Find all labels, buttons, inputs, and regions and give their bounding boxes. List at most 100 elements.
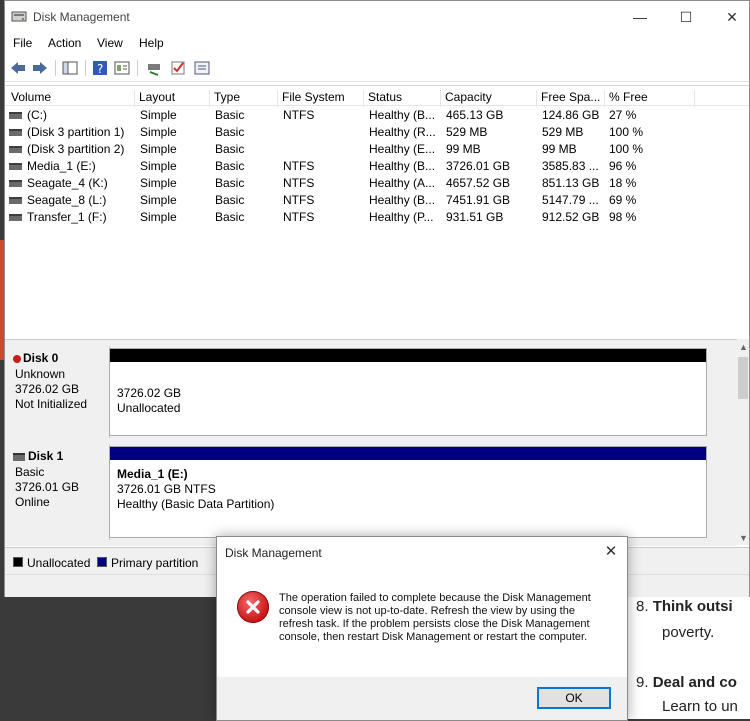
volume-percent-free: 98 % [609, 210, 637, 224]
menu-file[interactable]: File [13, 36, 32, 50]
menu-bar: File Action View Help [5, 33, 749, 55]
menu-view[interactable]: View [97, 36, 123, 50]
volume-type: Basic [215, 176, 245, 190]
volume-percent-free: 18 % [609, 176, 637, 190]
disk-0-type: Unknown [15, 367, 66, 381]
column-header-status[interactable]: Status [364, 90, 441, 107]
disk-1-size: 3726.01 GB [15, 480, 80, 494]
volume-row[interactable]: Transfer_1 (F:) Simple Basic NTFS Health… [5, 209, 749, 226]
error-icon [237, 591, 269, 623]
volume-layout: Simple [140, 210, 177, 224]
dialog-footer: OK [217, 677, 627, 720]
disk-view-scrollbar[interactable]: ▲ ▼ [737, 339, 749, 545]
scroll-up-icon[interactable]: ▲ [739, 342, 748, 352]
back-arrow-icon[interactable] [9, 59, 27, 77]
column-header-file-system[interactable]: File System [278, 90, 364, 107]
column-header-free-space[interactable]: Free Spa... [537, 90, 605, 107]
menu-action[interactable]: Action [48, 36, 81, 50]
partition-status: Unallocated [117, 401, 181, 415]
volume-capacity: 99 MB [446, 142, 481, 156]
background-text: 8. Think outsi [636, 598, 733, 615]
disk-0-partition-unallocated[interactable]: 3726.02 GB Unallocated [109, 348, 707, 436]
title-bar[interactable]: Disk Management — ☐ ✕ [5, 1, 749, 33]
volume-type: Basic [215, 193, 245, 207]
window-title: Disk Management [33, 10, 130, 24]
volume-free-space: 99 MB [542, 142, 577, 156]
disk-0-label[interactable]: Disk 0 Unknown 3726.02 GB Not Initialize… [5, 346, 110, 438]
volume-name: Seagate_4 (K:) [27, 176, 108, 190]
background-text: poverty. [662, 624, 715, 641]
disk-icon [13, 452, 25, 461]
ok-button[interactable]: OK [537, 687, 611, 709]
disk-management-window: Disk Management — ☐ ✕ File Action View H… [4, 0, 750, 597]
volume-layout: Simple [140, 125, 177, 139]
forward-arrow-icon[interactable] [31, 59, 49, 77]
column-header-percent-free[interactable]: % Free [605, 90, 695, 107]
volume-capacity: 7451.91 GB [446, 193, 511, 207]
volume-percent-free: 100 % [609, 125, 644, 139]
volume-free-space: 3585.83 ... [542, 159, 599, 173]
column-header-volume[interactable]: Volume [7, 90, 135, 107]
volume-type: Basic [215, 159, 245, 173]
volume-free-space: 851.13 GB [542, 176, 600, 190]
volume-status: Healthy (E... [369, 142, 436, 156]
volume-name: (C:) [27, 108, 47, 122]
background-document: 8. Think outsi poverty. 9. Deal and co L… [628, 590, 750, 719]
volume-row[interactable]: Media_1 (E:) Simple Basic NTFS Healthy (… [5, 158, 749, 175]
maximize-button[interactable]: ☐ [663, 1, 709, 33]
volume-row[interactable]: Seagate_8 (L:) Simple Basic NTFS Healthy… [5, 192, 749, 209]
volume-name: Media_1 (E:) [27, 159, 96, 173]
volume-row[interactable]: (C:) Simple Basic NTFS Healthy (B... 465… [5, 107, 749, 124]
volume-file-system: NTFS [283, 159, 315, 173]
legend-primary-label: Primary partition [111, 556, 199, 570]
partition-status: Healthy (Basic Data Partition) [117, 497, 275, 511]
close-button[interactable]: ✕ [709, 1, 750, 33]
volume-layout: Simple [140, 108, 177, 122]
properties-icon[interactable] [113, 59, 131, 77]
volume-free-space: 5147.79 ... [542, 193, 599, 207]
volume-capacity: 931.51 GB [446, 210, 504, 224]
check-task-icon[interactable] [169, 59, 187, 77]
menu-help[interactable]: Help [139, 36, 164, 50]
volume-file-system: NTFS [283, 108, 315, 122]
minimize-button[interactable]: — [617, 1, 663, 33]
partition-volume-name: Media_1 (E:) [117, 467, 188, 481]
column-header-layout[interactable]: Layout [135, 90, 210, 107]
connect-disk-icon[interactable] [145, 59, 163, 77]
disk-1-label[interactable]: Disk 1 Basic 3726.01 GB Online [5, 444, 110, 540]
disk-1-partition-media[interactable]: Media_1 (E:) 3726.01 GB NTFS Healthy (Ba… [109, 446, 707, 538]
dialog-close-button[interactable]: ✕ [599, 542, 623, 562]
column-header-type[interactable]: Type [210, 90, 278, 107]
volume-status: Healthy (A... [369, 176, 436, 190]
legend-primary-swatch [97, 557, 107, 567]
settings-list-icon[interactable] [193, 59, 211, 77]
error-dialog: Disk Management ✕ The operation failed t… [216, 536, 628, 721]
volume-layout: Simple [140, 159, 177, 173]
console-tree-icon[interactable] [61, 59, 79, 77]
svg-text:?: ? [97, 62, 103, 76]
volume-capacity: 3726.01 GB [446, 159, 511, 173]
volume-row[interactable]: Seagate_4 (K:) Simple Basic NTFS Healthy… [5, 175, 749, 192]
help-icon[interactable]: ? [91, 59, 109, 77]
volume-list: Volume Layout Type File System Status Ca… [5, 85, 749, 332]
column-header-capacity[interactable]: Capacity [441, 90, 537, 107]
volume-percent-free: 27 % [609, 108, 637, 122]
volume-icon [9, 129, 22, 136]
volume-layout: Simple [140, 176, 177, 190]
volume-name: Transfer_1 (F:) [27, 210, 107, 224]
volume-row[interactable]: (Disk 3 partition 1) Simple Basic Health… [5, 124, 749, 141]
volume-row[interactable]: (Disk 3 partition 2) Simple Basic Health… [5, 141, 749, 158]
volume-icon [9, 180, 22, 187]
volume-free-space: 912.52 GB [542, 210, 600, 224]
volume-type: Basic [215, 125, 245, 139]
scroll-down-icon[interactable]: ▼ [739, 533, 748, 543]
background-text: 9. Deal and co [636, 674, 737, 691]
volume-capacity: 529 MB [446, 125, 488, 139]
disk-0-state: Not Initialized [15, 397, 88, 411]
volume-icon [9, 112, 22, 119]
scrollbar-thumb[interactable] [738, 357, 748, 399]
volume-file-system: NTFS [283, 176, 315, 190]
volume-percent-free: 96 % [609, 159, 637, 173]
toolbar-separator [85, 60, 86, 76]
disk-1-name: Disk 1 [13, 449, 63, 463]
